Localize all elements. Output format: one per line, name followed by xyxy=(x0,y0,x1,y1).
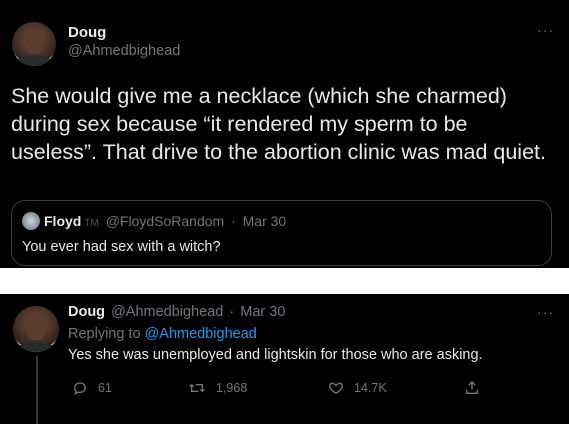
quoted-tweet-text: You ever had sex with a witch? xyxy=(22,239,221,255)
quoted-author-avatar xyxy=(22,212,40,230)
reply-date[interactable]: Mar 30 xyxy=(240,304,285,320)
author-name[interactable]: Doug xyxy=(68,24,106,41)
reply-author-avatar[interactable] xyxy=(13,306,59,352)
reply-tweet: Doug @Ahmedbighead · Mar 30 ··· Replying… xyxy=(0,294,569,424)
quoted-author-handle: @FloydSoRandom xyxy=(105,213,225,229)
quoted-tweet-header: Floyd TM @FloydSoRandom · Mar 30 xyxy=(44,213,286,229)
reply-count: 61 xyxy=(98,381,112,395)
retweet-count: 1,968 xyxy=(216,381,248,395)
main-tweet: Doug @Ahmedbighead ··· She would give me… xyxy=(0,0,569,268)
retweet-icon xyxy=(189,383,205,393)
quoted-author-badge: TM xyxy=(84,218,99,229)
author-avatar[interactable] xyxy=(12,22,56,66)
retweet-button[interactable]: 1,968 xyxy=(188,380,247,396)
like-count: 14.7K xyxy=(354,381,387,395)
quoted-separator: · xyxy=(231,213,236,229)
reply-author-name[interactable]: Doug xyxy=(68,304,105,320)
like-button[interactable]: 14.7K xyxy=(328,380,387,396)
replying-to-mention[interactable]: @Ahmedbighead xyxy=(145,326,257,342)
quoted-author-name: Floyd xyxy=(44,213,82,229)
reply-icon xyxy=(73,382,87,396)
share-button[interactable] xyxy=(464,380,480,396)
more-icon[interactable]: ··· xyxy=(537,22,554,38)
reply-button[interactable]: 61 xyxy=(72,380,112,396)
reply-tweet-text: Yes she was unemployed and lightskin for… xyxy=(68,347,483,363)
reply-tweet-header: Doug @Ahmedbighead · Mar 30 xyxy=(68,304,285,320)
quoted-date: Mar 30 xyxy=(242,213,287,229)
thread-line xyxy=(36,356,38,424)
author-handle[interactable]: @Ahmedbighead xyxy=(68,43,180,59)
replying-to-prefix: Replying to xyxy=(68,326,141,342)
reply-separator: · xyxy=(229,304,235,320)
quoted-tweet-card[interactable]: Floyd TM @FloydSoRandom · Mar 30 You ever… xyxy=(11,200,552,266)
more-icon[interactable]: ··· xyxy=(537,304,554,320)
tweet-text: She would give me a necklace (which she … xyxy=(11,84,546,164)
share-icon xyxy=(466,381,478,394)
like-icon xyxy=(329,382,343,395)
reply-author-handle[interactable]: @Ahmedbighead xyxy=(111,304,223,320)
replying-to: Replying to @Ahmedbighead xyxy=(68,326,257,342)
